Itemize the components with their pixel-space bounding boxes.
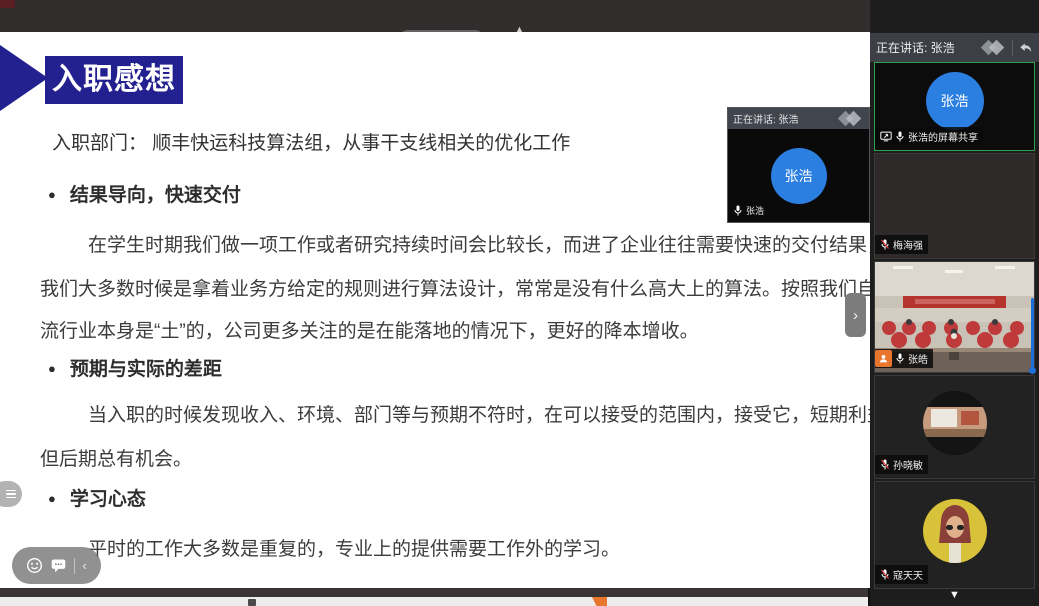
floating-speaker-window[interactable]: 正在讲话: 张浩 张浩 张浩 [727, 107, 870, 223]
video-tile-zhanghao-share[interactable]: 张浩 张浩的屏幕共享 [874, 62, 1035, 151]
participant-name-tag: 梅海强 [875, 235, 928, 254]
slide-dept-line: 入职部门： 顺丰快运科技算法组，从事干支线相关的优化工作 [52, 128, 570, 155]
slide-paragraph-line: 当入职的时候发现收入、环境、部门等与预期不符时，在可以接受的范围内，接受它，短期… [88, 400, 981, 427]
chat-bubble-icon[interactable] [50, 557, 67, 574]
bullet-icon: ● [48, 187, 56, 202]
slide-bullet-heading: ●结果导向，快速交付 [48, 180, 241, 207]
host-badge-icon [875, 350, 892, 367]
mic-muted-icon [880, 239, 890, 250]
participant-name-tag: 张皓 [875, 349, 933, 368]
video-tile-meihaiqiang[interactable]: 梅海强 [874, 153, 1035, 259]
bottom-desktop-strip [0, 597, 868, 606]
video-tile-koutiantian[interactable]: 寇天天 [874, 481, 1035, 589]
list-icon [6, 490, 16, 499]
participant-name-tag: 张浩 [728, 202, 769, 219]
floating-window-header[interactable]: 正在讲话: 张浩 [728, 108, 869, 129]
slide-paragraph-line: 但后期总有机会。 [40, 444, 192, 471]
bullet-icon: ● [48, 491, 56, 506]
layout-toggle-icon[interactable] [838, 111, 864, 127]
title-arrow-shape [0, 45, 48, 111]
taskbar-app-icon[interactable] [248, 599, 256, 606]
reaction-toolbar[interactable]: ‹ [12, 547, 101, 584]
avatar [923, 391, 987, 455]
toolbar-divider [74, 558, 75, 574]
slide-bullet-heading: ●学习心态 [48, 484, 146, 511]
header-divider [1012, 40, 1013, 56]
avatar [923, 499, 987, 563]
video-tile-room[interactable]: 张皓 [874, 261, 1035, 373]
screenshare-icon [880, 131, 892, 142]
avatar: 张浩 [926, 72, 984, 130]
bottom-taskbar-strip [0, 588, 868, 597]
slide-paragraph-line: 在学生时期我们做一项工作或者研究持续时间会比较长，而进了企业往往需要快速的交付结… [88, 230, 1000, 257]
layout-toggle-icon[interactable] [981, 40, 1007, 56]
back-arrow-icon[interactable] [1018, 41, 1033, 55]
participant-name-tag: 寇天天 [875, 565, 928, 584]
mic-on-icon [733, 205, 743, 216]
mic-muted-icon [880, 569, 890, 580]
bullet-icon: ● [48, 361, 56, 376]
speaking-status-label: 正在讲话: 张浩 [876, 39, 981, 56]
mic-on-icon [895, 131, 905, 142]
mic-on-icon [895, 353, 905, 364]
corner-patch [0, 0, 15, 8]
mic-muted-icon [880, 459, 890, 470]
participant-name-tag: 孙晓敏 [875, 455, 928, 474]
chevron-right-icon: › [853, 307, 858, 324]
sidebar-scrollbar[interactable] [1031, 298, 1034, 370]
meeting-app-window: 腾讯会议 入职感想 入职部门： 顺丰快运科技算法组，从事干支线相关的优化工作 ●… [0, 0, 1039, 606]
slide-paragraph-line: 流行业本身是“土”的，公司更多关注的是在能落地的情况下，更好的降本增收。 [40, 316, 699, 343]
collapse-toolbar-button[interactable]: ‹ [82, 558, 86, 573]
avatar: 张浩 [771, 148, 827, 204]
slide-bullet-heading: ●预期与实际的差距 [48, 354, 222, 381]
slide-title: 入职感想 [45, 56, 183, 104]
speaking-status-label: 正在讲话: 张浩 [733, 111, 838, 126]
floating-window-video: 张浩 张浩 [728, 129, 869, 222]
expand-panel-handle[interactable]: › [845, 293, 866, 337]
sidebar-header: 正在讲话: 张浩 [870, 33, 1039, 62]
smiley-icon[interactable] [26, 557, 43, 574]
slide-paragraph-line: 平时的工作大多数是重复的，专业上的提供需要工作外的学习。 [88, 534, 620, 561]
sidebar-scroll-more-arrow[interactable]: ▼ [870, 589, 1039, 601]
participant-name-tag: 张浩的屏幕共享 [875, 127, 983, 146]
video-tile-sunxiaomin[interactable]: 孙晓敏 [874, 375, 1035, 479]
